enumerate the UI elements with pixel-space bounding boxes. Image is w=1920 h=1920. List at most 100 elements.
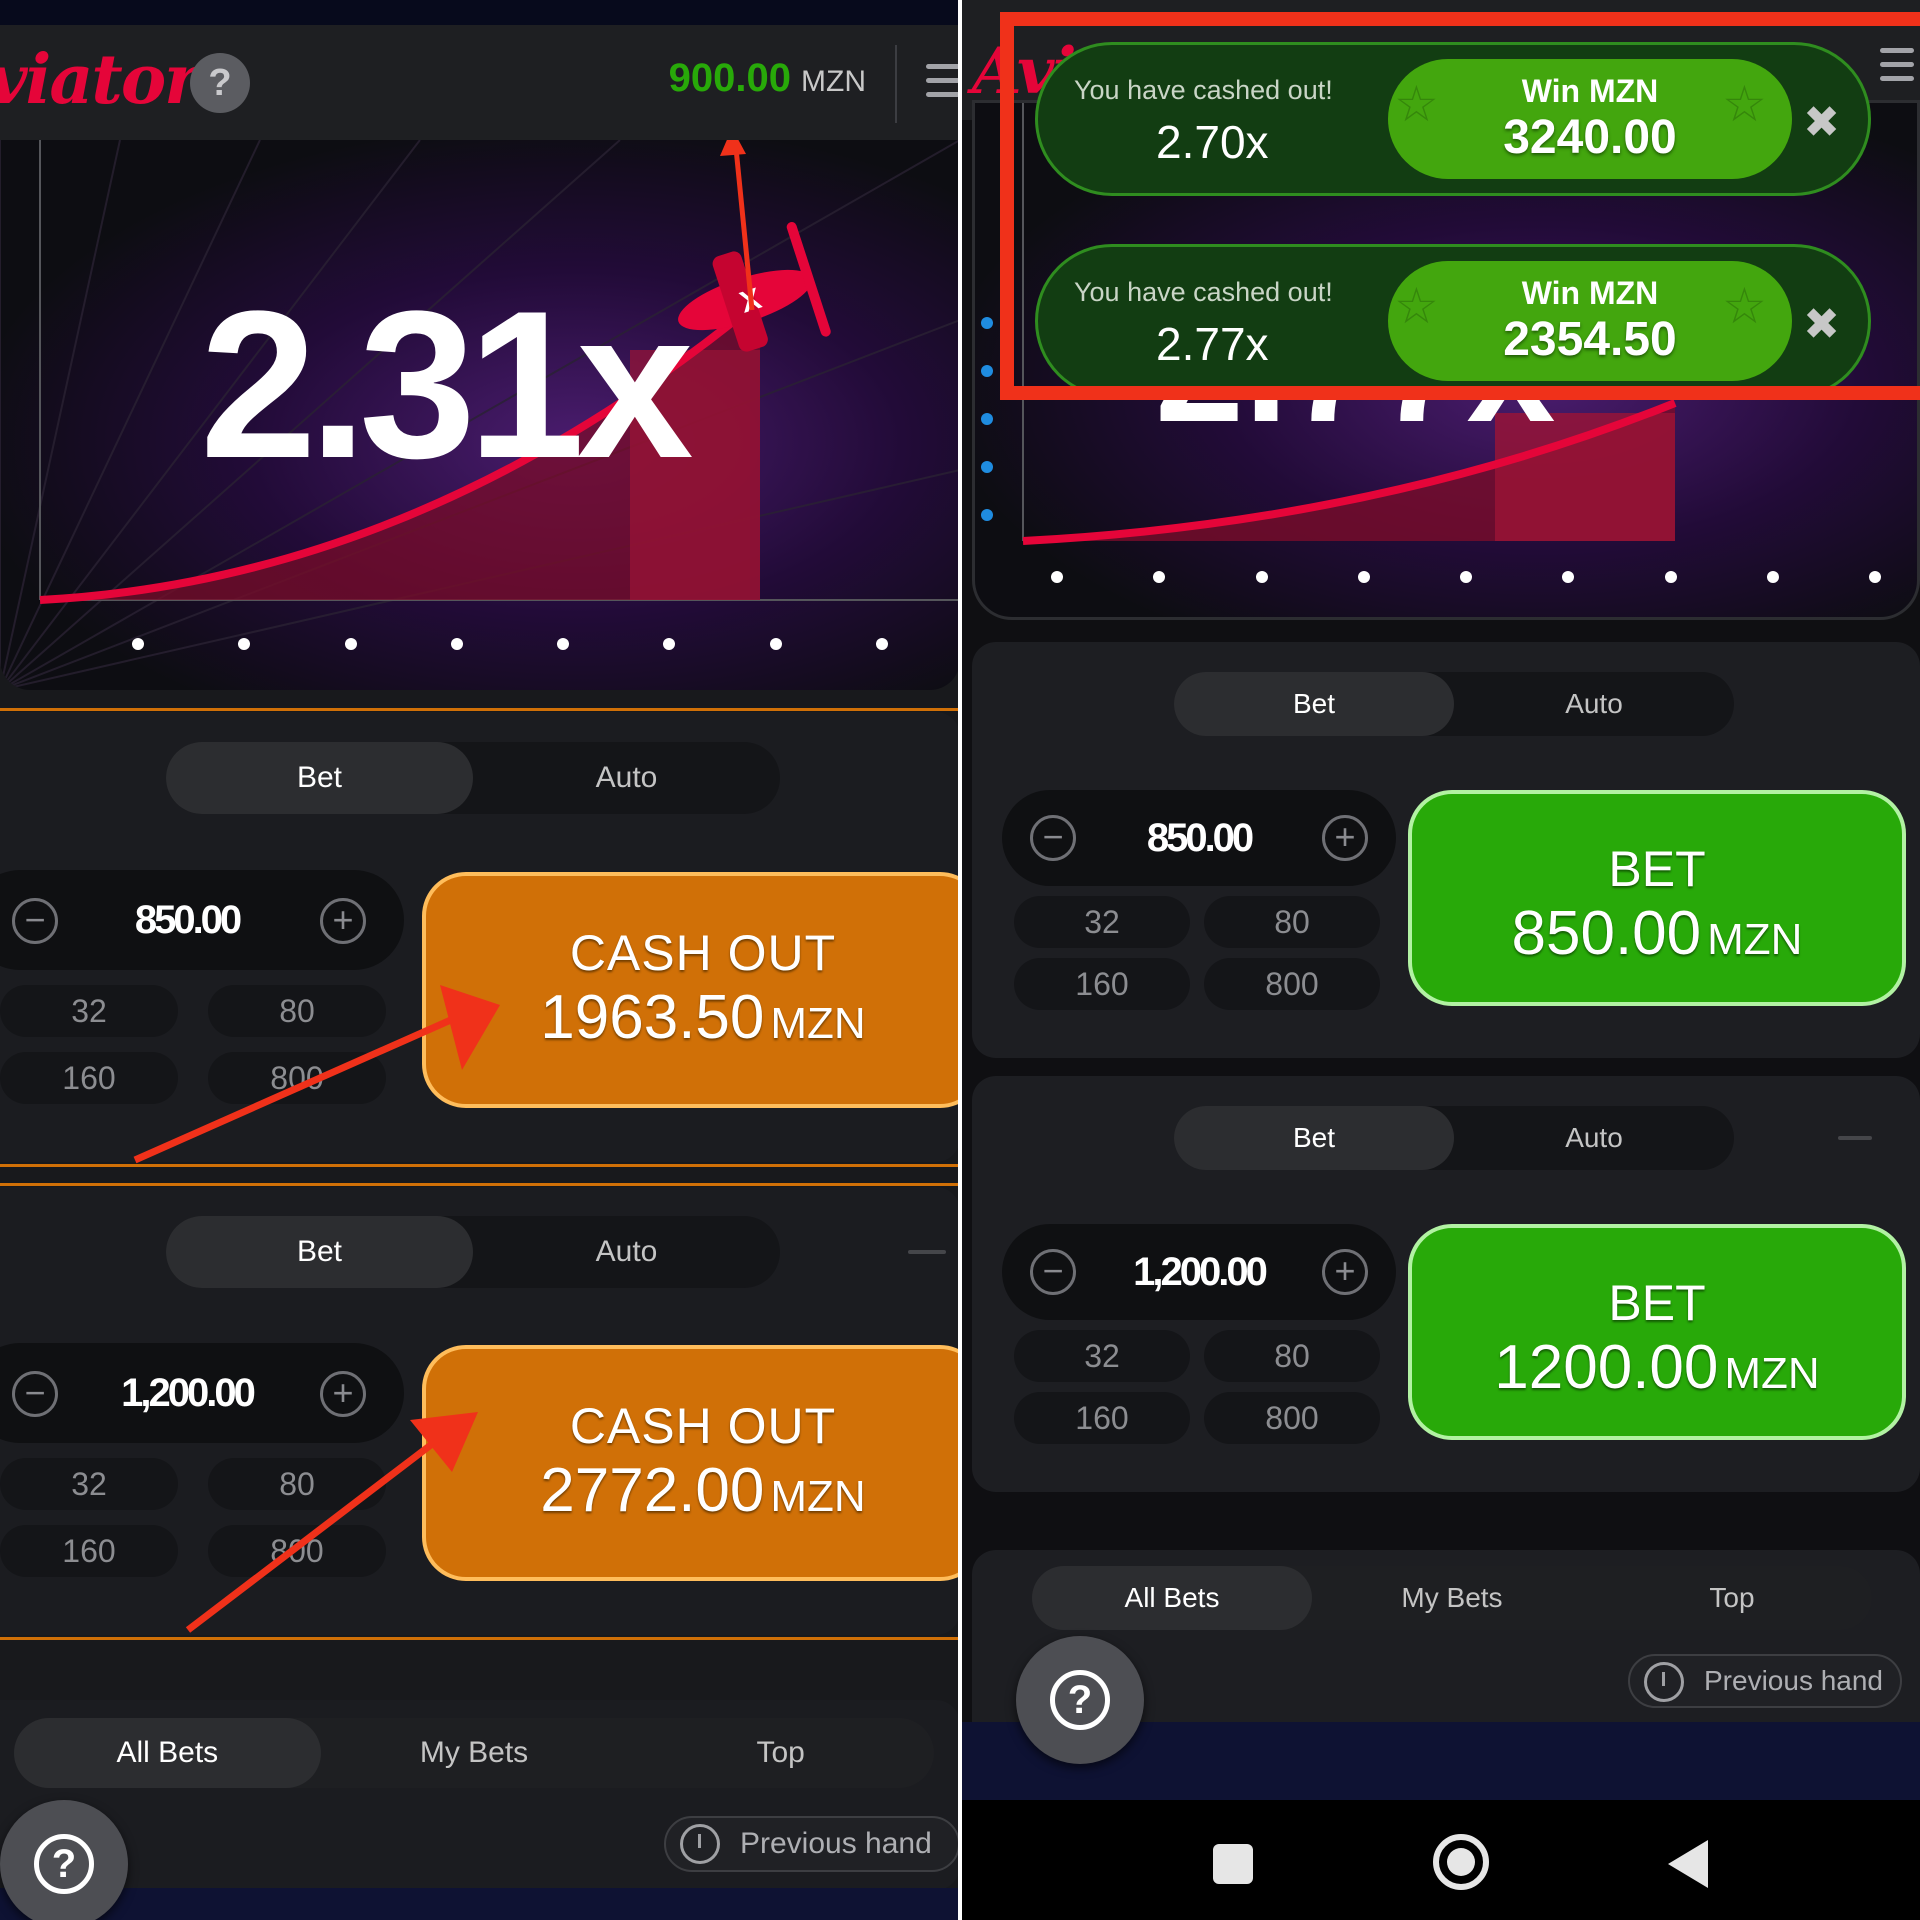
recents-icon[interactable] [1213,1844,1253,1884]
tab-bet[interactable]: Bet [166,742,473,814]
tab-auto[interactable]: Auto [1454,1106,1734,1170]
cashout-amount-line: 1963.50 MZN [426,982,960,1053]
history-icon [1644,1662,1684,1702]
timeline-dots [1051,571,1881,583]
bet-auto-tabs-1: Bet Auto [166,742,780,814]
cashout-button-2[interactable]: CASH OUT 2772.00 MZN [422,1345,960,1581]
previous-hand-button[interactable]: Previous hand [1628,1654,1902,1708]
bet-label: BET [1608,1275,1706,1331]
stake-stepper-1: − 850.00 + [1002,790,1396,886]
annotation-highlight-box [1000,12,1920,400]
tab-bet[interactable]: Bet [1174,1106,1454,1170]
bet-amount-line: 1200.00 MZN [1412,1332,1902,1403]
cashout-currency: MZN [770,999,866,1048]
cashout-amount: 2772.00 [540,1456,765,1525]
help-button[interactable]: ? [190,53,250,113]
bet-currency: MZN [1707,915,1803,964]
question-icon: ? [1050,1670,1110,1730]
tab-all-bets[interactable]: All Bets [1032,1566,1312,1630]
question-icon: ? [34,1834,94,1894]
balance-amount: 900.00 [668,56,792,100]
active-bet-border [0,1183,960,1186]
chip-32[interactable]: 32 [1014,896,1190,948]
chip-32[interactable]: 32 [0,985,178,1037]
bet-button-2[interactable]: BET 1200.00 MZN [1408,1224,1906,1440]
active-bet-border [0,708,960,711]
active-bet-border [0,1637,960,1640]
menu-icon[interactable] [926,64,960,104]
bet-auto-tabs-2: Bet Auto [1174,1106,1734,1170]
chip-160[interactable]: 160 [0,1052,178,1104]
plus-icon[interactable]: + [320,1371,366,1417]
bet-button-1[interactable]: BET 850.00 MZN [1408,790,1906,1006]
cashout-label: CASH OUT [569,925,837,981]
bet-amount: 850.00 [1511,899,1702,968]
chip-160[interactable]: 160 [1014,1392,1190,1444]
stake-stepper-2: − 1,200.00 + [1002,1224,1396,1320]
chip-800[interactable]: 800 [208,1052,386,1104]
bets-list-tabs: All Bets My Bets Top [1032,1566,1872,1630]
remove-panel-icon[interactable] [1838,1136,1872,1140]
remove-panel-icon[interactable] [908,1250,946,1254]
current-multiplier: 2.31x [200,267,694,502]
tab-my-bets[interactable]: My Bets [1312,1566,1592,1630]
tab-my-bets[interactable]: My Bets [321,1718,628,1788]
floating-help-button[interactable]: ? [0,1800,128,1920]
chip-80[interactable]: 80 [208,985,386,1037]
active-bet-border [0,1164,960,1167]
tab-top[interactable]: Top [627,1718,934,1788]
tab-auto[interactable]: Auto [473,1216,780,1288]
screenshot-divider [958,0,962,1920]
chip-80[interactable]: 80 [1204,896,1380,948]
bet-label: BET [1608,841,1706,897]
plus-icon[interactable]: + [1322,1249,1368,1295]
chip-800[interactable]: 800 [1204,1392,1380,1444]
stake-stepper-2: − 1,200.00 + [0,1343,404,1443]
cashout-button-1[interactable]: CASH OUT 1963.50 MZN [422,872,960,1108]
chip-800[interactable]: 800 [208,1525,386,1577]
cashout-label: CASH OUT [569,1398,837,1454]
home-icon[interactable] [1433,1834,1489,1890]
left-screenshot: viator ? 900.00MZN X 2.31 [0,0,960,1920]
previous-hand-button[interactable]: Previous hand [664,1816,960,1872]
chip-32[interactable]: 32 [0,1458,178,1510]
cashout-amount: 1963.50 [540,983,765,1052]
balance-currency: MZN [801,65,866,98]
chip-80[interactable]: 80 [1204,1330,1380,1382]
tab-all-bets[interactable]: All Bets [14,1718,321,1788]
system-nav-bar [960,1800,1920,1920]
bet-amount-line: 850.00 MZN [1412,898,1902,969]
bets-list-tabs: All Bets My Bets Top [14,1718,934,1788]
tab-bet[interactable]: Bet [1174,672,1454,736]
timeline-dots [132,638,888,650]
history-icon [680,1824,720,1864]
game-canvas: X 2.31x [0,140,960,690]
tab-auto[interactable]: Auto [473,742,780,814]
stake-stepper-1: − 850.00 + [0,870,404,970]
chip-80[interactable]: 80 [208,1458,386,1510]
tab-top[interactable]: Top [1592,1566,1872,1630]
cashout-amount-line: 2772.00 MZN [426,1455,960,1526]
chip-160[interactable]: 160 [0,1525,178,1577]
header-separator [895,45,897,123]
tab-auto[interactable]: Auto [1454,672,1734,736]
bet-auto-tabs-1: Bet Auto [1174,672,1734,736]
back-icon[interactable] [1668,1840,1708,1888]
bet-currency: MZN [1724,1349,1820,1398]
bet-amount: 1200.00 [1494,1333,1719,1402]
tab-bet[interactable]: Bet [166,1216,473,1288]
status-strip [0,0,960,25]
cashout-currency: MZN [770,1472,866,1521]
floating-help-button[interactable]: ? [1016,1636,1144,1764]
chip-160[interactable]: 160 [1014,958,1190,1010]
balance: 900.00 MZN [669,56,866,101]
chip-32[interactable]: 32 [1014,1330,1190,1382]
bet-auto-tabs-2: Bet Auto [166,1216,780,1288]
plus-icon[interactable]: + [320,898,366,944]
previous-hand-label: Previous hand [1704,1665,1884,1696]
previous-hand-label: Previous hand [740,1827,932,1860]
chip-800[interactable]: 800 [1204,958,1380,1010]
plus-icon[interactable]: + [1322,815,1368,861]
aviator-logo: viator [0,40,200,120]
bottom-band [0,1888,960,1920]
